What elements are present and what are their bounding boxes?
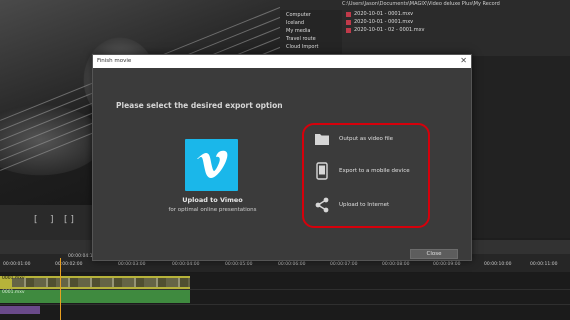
media-pool: C:\Users\Jason\Documents\MAGIX\Video del…: [280, 0, 570, 56]
file-item[interactable]: 2020-10-01 - 0001.mxv: [346, 18, 425, 26]
share-icon: [314, 197, 330, 213]
nav-item[interactable]: Iceland: [280, 18, 342, 26]
video-file-icon: [346, 11, 351, 17]
close-icon[interactable]: ✕: [460, 56, 467, 66]
vimeo-logo-icon: [196, 150, 227, 178]
folder-icon: [314, 131, 330, 147]
mark-in-button[interactable]: [: [34, 215, 38, 225]
file-name: 2020-10-01 - 02 - 0001.mxv: [354, 27, 425, 33]
dialog-titlebar: Finish movie ✕: [93, 55, 471, 68]
timecode: 00:00:05:00: [225, 262, 253, 267]
finish-movie-dialog: Finish movie ✕ Please select the desired…: [92, 54, 472, 261]
upload-to-vimeo-button[interactable]: [185, 139, 238, 191]
vimeo-label: Upload to Vimeo: [182, 196, 243, 204]
timecode: 00:00:07:00: [330, 262, 358, 267]
folder-path: C:\Users\Jason\Documents\MAGIX\Video del…: [342, 1, 500, 7]
timecode: 00:00:11:00: [530, 262, 558, 267]
video-file-icon: [346, 27, 351, 33]
output-video-file-option[interactable]: Output as video file: [314, 131, 424, 147]
nav-item[interactable]: Computer: [280, 10, 342, 18]
file-name: 2020-10-01 - 0001.mxv: [354, 19, 414, 25]
file-item[interactable]: 2020-10-01 - 02 - 0001.mxv: [346, 26, 425, 34]
file-list: 2020-10-01 - 0001.mxv 2020-10-01 - 0001.…: [346, 10, 425, 34]
video-file-icon: [346, 19, 351, 25]
timecode: 00:00:10:00: [484, 262, 512, 267]
file-name: 2020-10-01 - 0001.mxv: [354, 11, 414, 17]
nav-item[interactable]: Cloud Import: [280, 42, 342, 50]
dialog-heading: Please select the desired export option: [116, 101, 283, 110]
clip-label: 0001.mxv: [2, 290, 25, 295]
timecode: 00:00:09:00: [433, 262, 461, 267]
media-pool-nav: Computer Iceland My media Travel route C…: [280, 10, 342, 56]
file-item[interactable]: 2020-10-01 - 0001.mxv: [346, 10, 425, 18]
upload-internet-option[interactable]: Upload to Internet: [314, 197, 424, 213]
timecode: 00:00:04:00: [172, 262, 200, 267]
timecode: 00:00:01:00: [3, 262, 31, 267]
clip[interactable]: [0, 306, 40, 314]
export-mobile-device-option[interactable]: Export to a mobile device: [314, 162, 424, 180]
close-button[interactable]: Close: [410, 249, 458, 259]
track-divider: [0, 304, 570, 305]
export-options-highlight: Output as video file Export to a mobile …: [302, 123, 430, 228]
dialog-title: Finish movie: [97, 58, 132, 64]
nav-item[interactable]: Travel route: [280, 34, 342, 42]
timecode: 00:00:03:00: [118, 262, 146, 267]
smartphone-icon: [314, 162, 330, 180]
audio-clip[interactable]: 0001.mxv: [0, 290, 190, 303]
mark-out-button[interactable]: ]: [50, 215, 54, 225]
nav-item[interactable]: My media: [280, 26, 342, 34]
playhead[interactable]: [60, 258, 61, 320]
timecode: 00:00:06:00: [278, 262, 306, 267]
timecode: 00:00:08:00: [382, 262, 410, 267]
set-range-button[interactable]: [ ]: [64, 215, 74, 225]
option-label: Output as video file: [339, 136, 393, 142]
vimeo-sublabel: for optimal online presentations: [168, 207, 257, 213]
playback-controls: [ ] [ ]: [0, 205, 96, 240]
side-panel: [472, 56, 570, 238]
option-label: Upload to Internet: [339, 202, 390, 208]
option-label: Export to a mobile device: [339, 168, 410, 174]
clip-thumbnails: [12, 278, 190, 287]
